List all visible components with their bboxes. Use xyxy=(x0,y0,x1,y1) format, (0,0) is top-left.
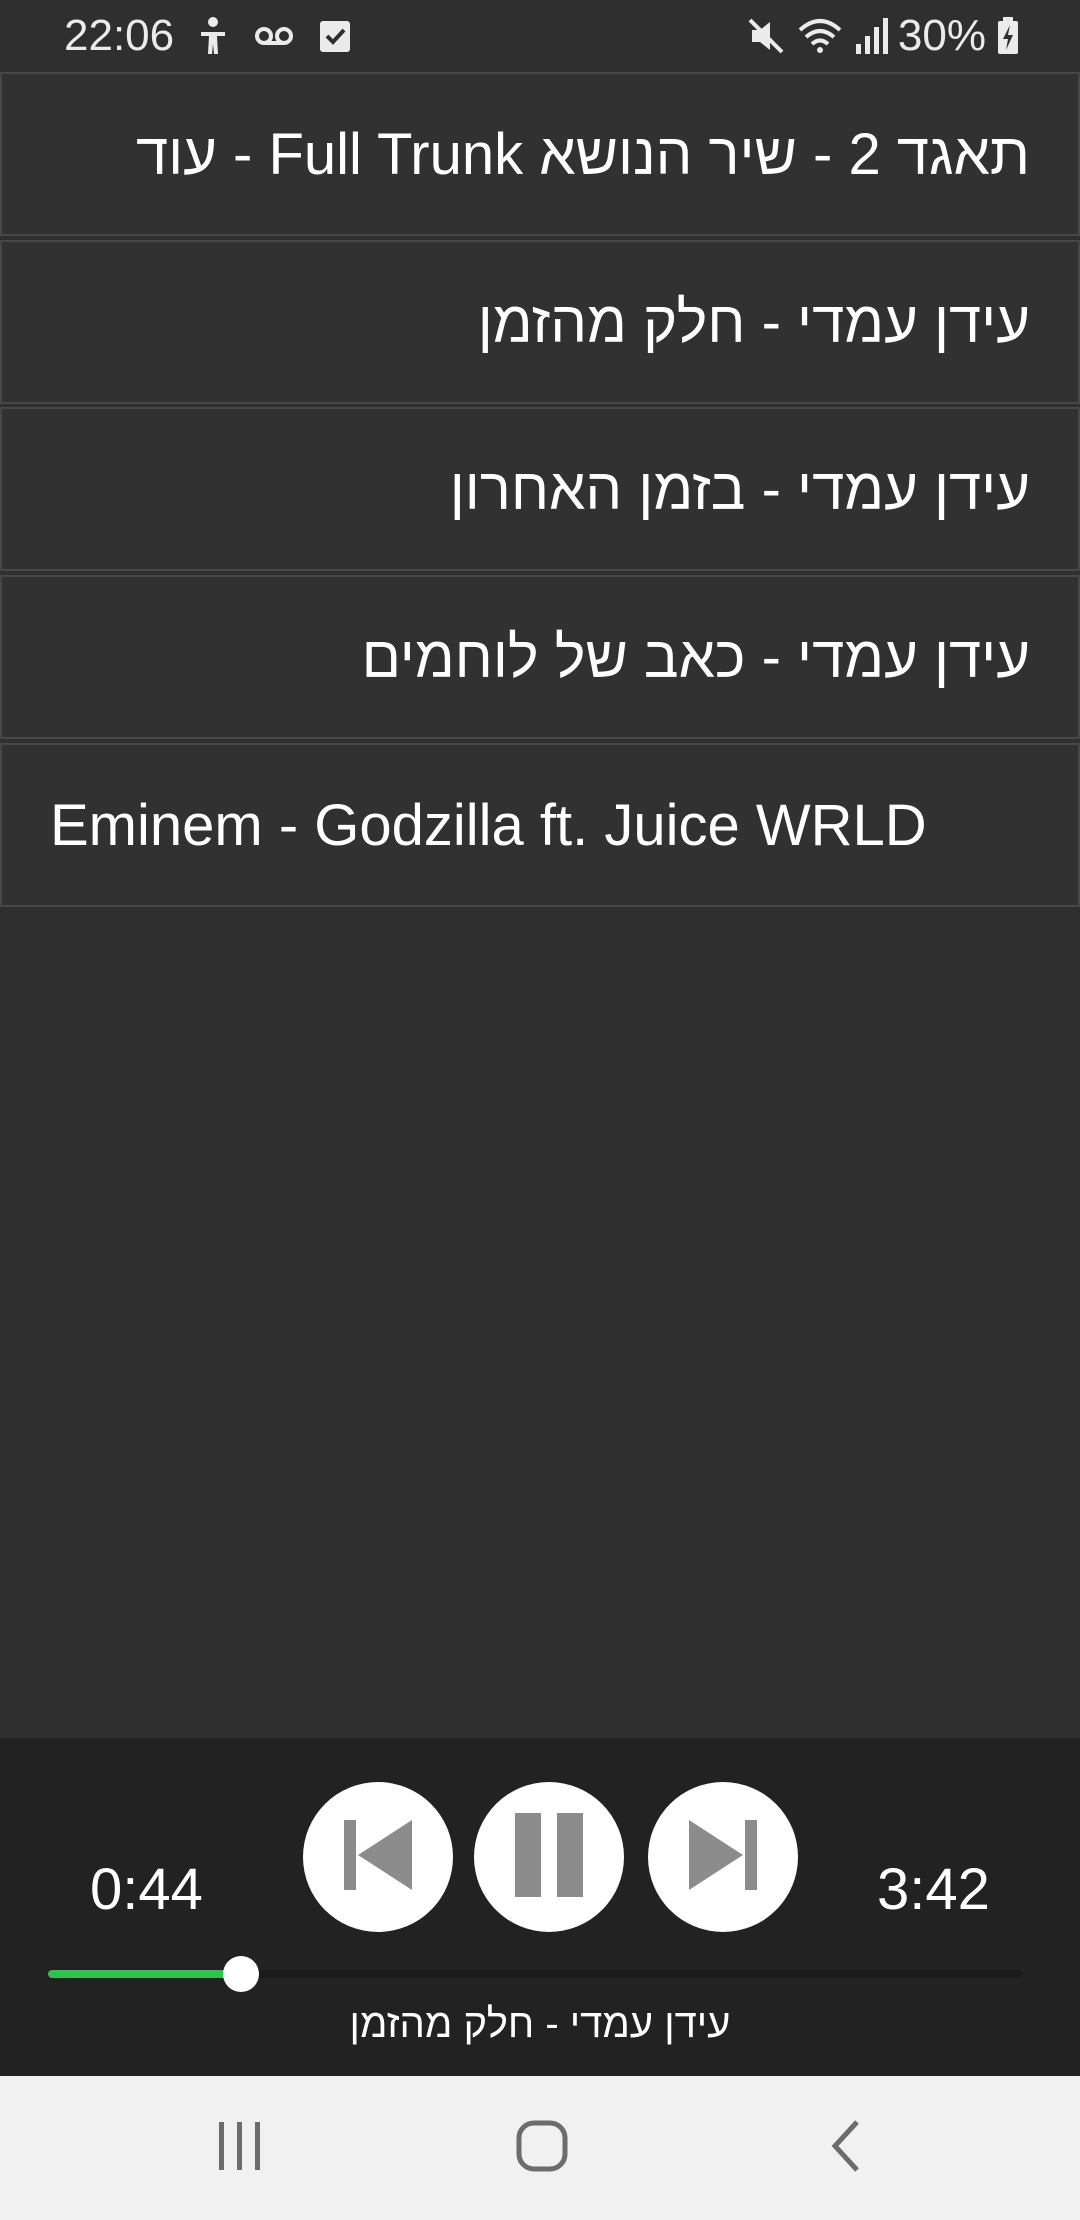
track-title: עידן עמדי - כאב של לוחמים xyxy=(361,624,1030,690)
track-title: Eminem - Godzilla ft. Juice WRLD xyxy=(50,792,927,858)
playlist-item[interactable]: עידן עמדי - בזמן האחרון xyxy=(0,407,1080,571)
seek-thumb[interactable] xyxy=(222,1956,259,1992)
battery-charging-icon xyxy=(996,16,1020,56)
task-check-icon xyxy=(318,18,352,54)
playlist-item[interactable]: תאגד 2 - שיר הנושא Full Trunk - עוד xyxy=(0,72,1080,236)
mute-icon xyxy=(746,16,786,56)
wifi-icon xyxy=(796,16,844,56)
next-icon xyxy=(683,1815,763,1900)
seek-bar[interactable] xyxy=(48,1956,1022,1992)
seek-progress xyxy=(48,1970,241,1978)
next-button[interactable] xyxy=(648,1782,798,1932)
status-right-icons: 30% xyxy=(746,10,1020,62)
home-icon xyxy=(514,2118,570,2179)
status-bar: 22:06 30% xyxy=(0,0,1080,72)
signal-icon xyxy=(854,16,888,56)
home-button[interactable] xyxy=(492,2108,592,2188)
playlist-item[interactable]: עידן עמדי - כאב של לוחמים xyxy=(0,575,1080,739)
navigation-bar xyxy=(0,2076,1080,2220)
previous-button[interactable] xyxy=(303,1782,453,1932)
track-title: עידן עמדי - חלק מהזמן xyxy=(477,289,1030,355)
pause-icon xyxy=(509,1811,589,1904)
battery-percent: 30% xyxy=(897,11,986,60)
back-icon xyxy=(827,2118,863,2179)
recent-apps-icon xyxy=(215,2120,265,2177)
voicemail-icon xyxy=(254,24,294,48)
player-controls: 0:44 3:42 עידן עמדי - חלק מהזמן xyxy=(0,1738,1080,2076)
track-title: עידן עמדי - בזמן האחרון xyxy=(449,456,1030,522)
back-button[interactable] xyxy=(795,2108,895,2188)
pause-button[interactable] xyxy=(474,1782,624,1932)
recent-apps-button[interactable] xyxy=(190,2108,290,2188)
now-playing-title: עידן עמדי - חלק מהזמן xyxy=(349,2002,731,2046)
status-time: 22:06 xyxy=(64,11,175,60)
status-left-icons xyxy=(196,14,352,58)
playlist-item[interactable]: עידן עמדי - חלק מהזמן xyxy=(0,240,1080,404)
accessibility-icon xyxy=(196,16,230,56)
track-title: תאגד 2 - שיר הנושא Full Trunk - עוד xyxy=(135,121,1030,187)
elapsed-time: 0:44 xyxy=(90,1857,203,1922)
previous-icon xyxy=(338,1815,418,1900)
total-duration: 3:42 xyxy=(877,1857,990,1922)
playlist-item[interactable]: Eminem - Godzilla ft. Juice WRLD xyxy=(0,743,1080,907)
